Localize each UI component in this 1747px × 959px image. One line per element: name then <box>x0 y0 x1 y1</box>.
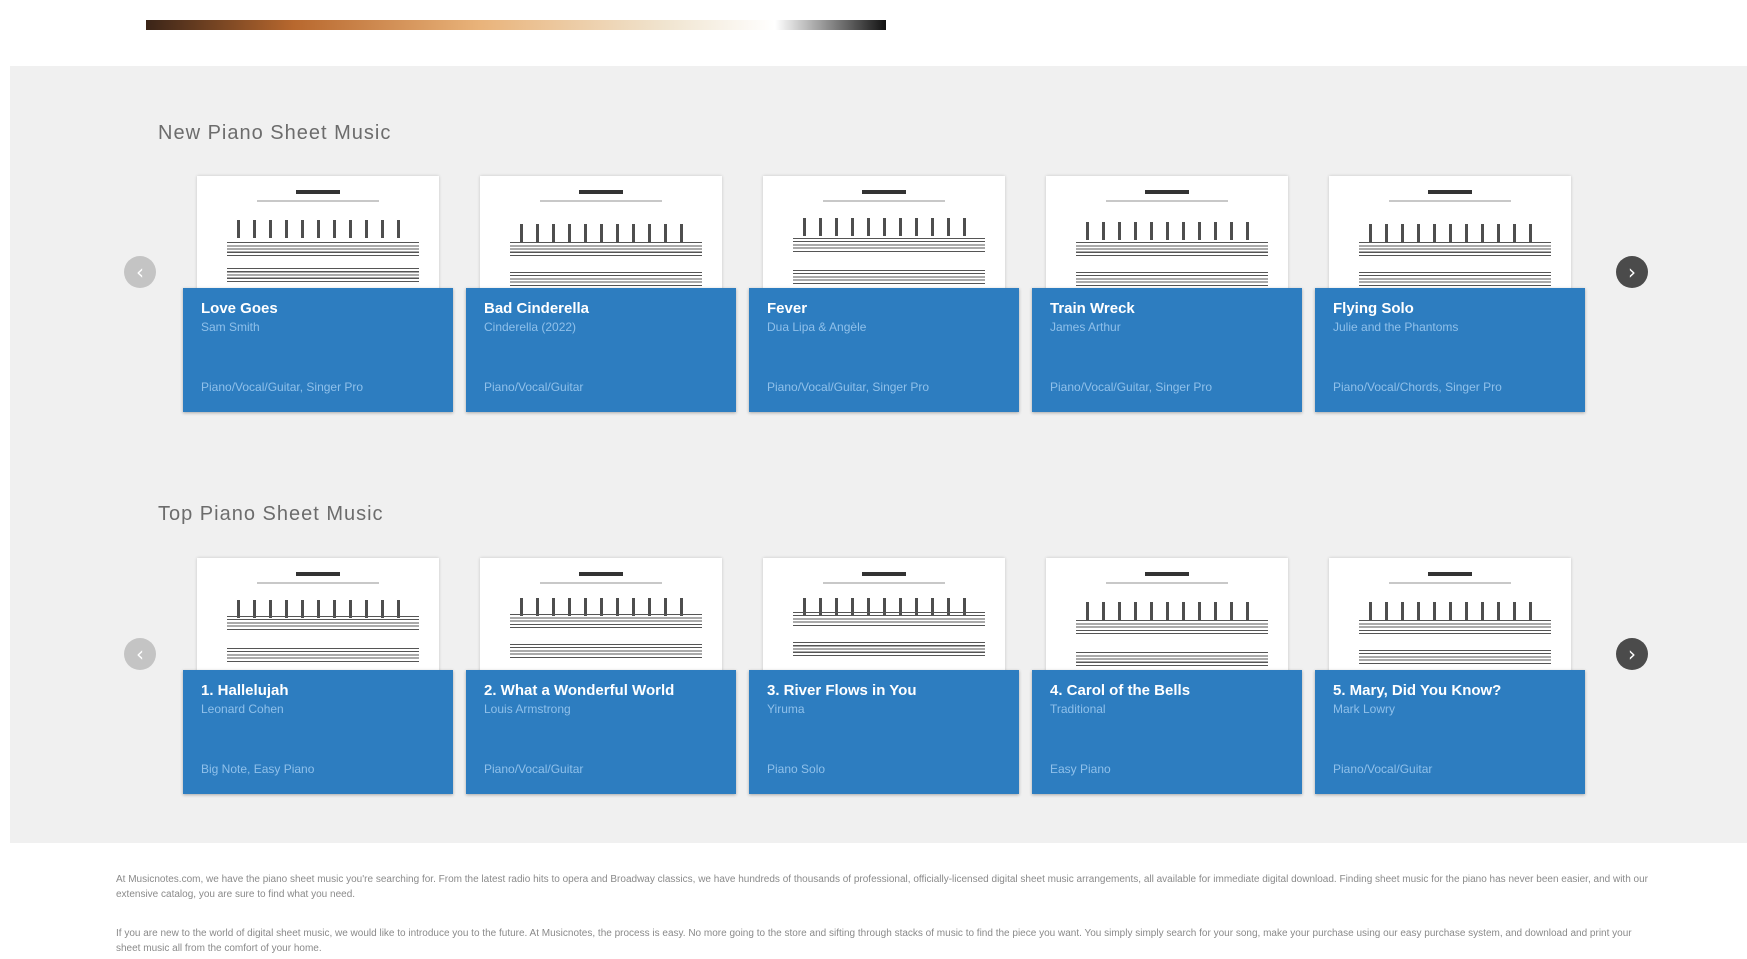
sheet-preview-thumbnail <box>763 176 1005 304</box>
card-info-panel: Fever Dua Lipa & Angèle Piano/Vocal/Guit… <box>749 288 1019 412</box>
card-artist: Yiruma <box>767 702 805 716</box>
chevron-left-icon: ‹ <box>136 642 144 666</box>
card-arrangement: Piano/Vocal/Chords, Singer Pro <box>1333 380 1502 394</box>
product-card[interactable]: Train Wreck James Arthur Piano/Vocal/Gui… <box>1032 176 1302 416</box>
card-info-panel: 4. Carol of the Bells Traditional Easy P… <box>1032 670 1302 794</box>
card-info-panel: Flying Solo Julie and the Phantoms Piano… <box>1315 288 1585 412</box>
card-arrangement: Piano/Vocal/Guitar, Singer Pro <box>767 380 930 394</box>
card-info-panel: Love Goes Sam Smith Piano/Vocal/Guitar, … <box>183 288 453 412</box>
card-info-panel: 3. River Flows in You Yiruma Piano Solo <box>749 670 1019 794</box>
card-artist: Traditional <box>1050 702 1106 716</box>
card-info-panel: Bad Cinderella Cinderella (2022) Piano/V… <box>466 288 736 412</box>
card-arrangement: Piano/Vocal/Guitar <box>484 380 584 394</box>
sheet-preview-thumbnail <box>763 558 1005 686</box>
sheet-preview-thumbnail <box>1046 176 1288 304</box>
card-info-panel: 5. Mary, Did You Know? Mark Lowry Piano/… <box>1315 670 1585 794</box>
sheet-preview-thumbnail <box>197 558 439 686</box>
card-arrangement: Piano/Vocal/Guitar, Singer Pro <box>201 380 364 394</box>
card-artist: Sam Smith <box>201 320 260 334</box>
card-arrangement: Piano/Vocal/Guitar <box>1333 762 1433 776</box>
product-card[interactable]: Love Goes Sam Smith Piano/Vocal/Guitar, … <box>183 176 453 416</box>
card-artist: Julie and the Phantoms <box>1333 320 1459 334</box>
product-card[interactable]: 5. Mary, Did You Know? Mark Lowry Piano/… <box>1315 558 1585 798</box>
product-card[interactable]: 2. What a Wonderful World Louis Armstron… <box>466 558 736 798</box>
sheet-preview-thumbnail <box>1329 558 1571 686</box>
card-title: 4. Carol of the Bells <box>1050 682 1191 699</box>
card-artist: Dua Lipa & Angèle <box>767 320 867 334</box>
card-artist: Cinderella (2022) <box>484 320 577 334</box>
card-arrangement: Easy Piano <box>1050 762 1111 776</box>
chevron-right-icon: › <box>1628 642 1636 666</box>
carousel-top: ‹ 1. Hallelujah Leonard Cohen Big Note, … <box>0 558 1747 798</box>
card-arrangement: Piano/Vocal/Guitar <box>484 762 584 776</box>
card-arrangement: Piano Solo <box>767 762 826 776</box>
carousel-prev-button[interactable]: ‹ <box>124 638 156 670</box>
card-title: 2. What a Wonderful World <box>484 682 675 699</box>
section-title-top: Top Piano Sheet Music <box>158 503 384 525</box>
product-card[interactable]: Bad Cinderella Cinderella (2022) Piano/V… <box>466 176 736 416</box>
product-card[interactable]: Fever Dua Lipa & Angèle Piano/Vocal/Guit… <box>749 176 1019 416</box>
card-artist: Leonard Cohen <box>201 702 284 716</box>
card-title: Bad Cinderella <box>484 300 590 317</box>
card-artist: Mark Lowry <box>1333 702 1396 716</box>
product-card[interactable]: 1. Hallelujah Leonard Cohen Big Note, Ea… <box>183 558 453 798</box>
sheet-preview-thumbnail <box>1329 176 1571 304</box>
carousel-next-button[interactable]: › <box>1616 256 1648 288</box>
card-arrangement: Piano/Vocal/Guitar, Singer Pro <box>1050 380 1213 394</box>
card-info-panel: 2. What a Wonderful World Louis Armstron… <box>466 670 736 794</box>
intro-paragraph-2: If you are new to the world of digital s… <box>116 928 1632 954</box>
chevron-left-icon: ‹ <box>136 260 144 284</box>
card-info-panel: Train Wreck James Arthur Piano/Vocal/Gui… <box>1032 288 1302 412</box>
sheet-preview-thumbnail <box>197 176 439 304</box>
card-title: 5. Mary, Did You Know? <box>1333 682 1502 699</box>
card-title: Flying Solo <box>1333 300 1414 317</box>
carousel-next-button[interactable]: › <box>1616 638 1648 670</box>
section-title-new: New Piano Sheet Music <box>158 122 392 144</box>
product-card[interactable]: Flying Solo Julie and the Phantoms Piano… <box>1315 176 1585 416</box>
hero-image <box>146 20 886 30</box>
sheet-preview-thumbnail <box>480 176 722 304</box>
card-title: 1. Hallelujah <box>201 682 289 699</box>
product-card[interactable]: 4. Carol of the Bells Traditional Easy P… <box>1032 558 1302 798</box>
card-title: Fever <box>767 300 808 317</box>
card-artist: Louis Armstrong <box>484 702 571 716</box>
carousel-prev-button[interactable]: ‹ <box>124 256 156 288</box>
product-card[interactable]: 3. River Flows in You Yiruma Piano Solo <box>749 558 1019 798</box>
card-title: Love Goes <box>201 300 278 317</box>
card-artist: James Arthur <box>1050 320 1121 334</box>
sheet-preview-thumbnail <box>480 558 722 686</box>
sheet-preview-thumbnail <box>1046 558 1288 686</box>
card-title: 3. River Flows in You <box>767 682 917 699</box>
intro-paragraph: At Musicnotes.com, we have the piano she… <box>116 874 1648 900</box>
carousel-new: ‹ Love Goes Sam Smith Piano/Vocal/Guitar… <box>0 176 1747 416</box>
card-info-panel: 1. Hallelujah Leonard Cohen Big Note, Ea… <box>183 670 453 794</box>
card-title: Train Wreck <box>1050 300 1135 317</box>
card-arrangement: Big Note, Easy Piano <box>201 762 315 776</box>
chevron-right-icon: › <box>1628 260 1636 284</box>
